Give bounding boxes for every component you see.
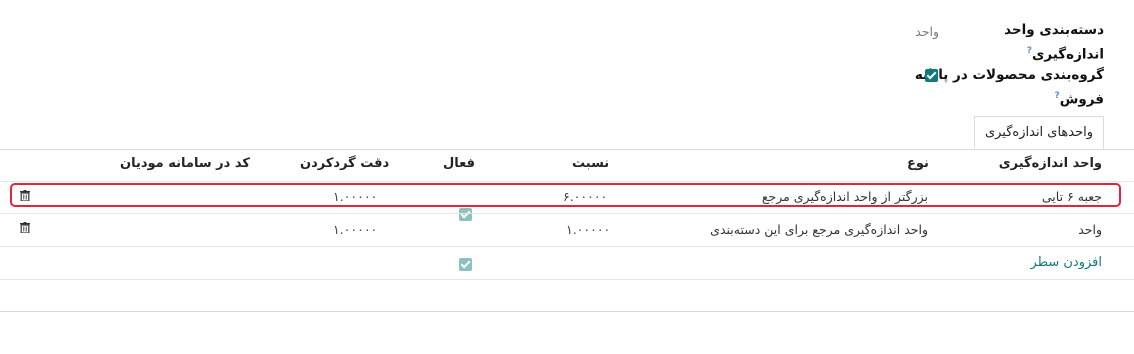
row-divider [0,279,1134,280]
group-pos-checkbox[interactable] [925,69,938,82]
row-divider [0,246,1134,247]
category-label: دسته‌بندی واحد ?اندازه‌گیری [1004,20,1104,66]
table-row[interactable]: واحد واحد اندازه‌گیری مرجع برای این دسته… [0,34,1134,271]
col-header-type[interactable]: نوع [907,156,929,171]
table-bottom-border [0,311,1134,312]
cell-type[interactable]: واحد اندازه‌گیری مرجع برای این دسته‌بندی [710,222,928,237]
col-header-tax-code[interactable]: کد در سامانه مودیان [120,156,250,171]
cell-uom[interactable]: واحد [1078,222,1102,237]
group-pos-label: گروه‌بندی محصولات در پایانه ?فروش [915,65,1104,111]
tab-units-of-measure[interactable]: واحدهای اندازه‌گیری [974,116,1104,149]
row-highlight [10,183,1121,207]
category-label-line2: اندازه‌گیری [1032,46,1104,63]
group-pos-label-line2-wrap: ?فروش [915,86,1105,111]
add-line-link[interactable]: افزودن سطر [1031,255,1102,270]
cell-ratio[interactable]: ۱.۰۰۰۰۰ [566,222,610,237]
col-header-active[interactable]: فعال [443,156,475,171]
cell-active-checkbox[interactable] [459,258,472,271]
category-label-line2-wrap: ?اندازه‌گیری [1004,41,1104,66]
row-divider [0,213,1134,214]
category-label-line1: دسته‌بندی واحد [1004,22,1104,38]
category-value[interactable]: واحد [915,24,939,39]
col-header-rounding[interactable]: دقت گردکردن [300,156,389,171]
col-header-uom[interactable]: واحد اندازه‌گیری [999,156,1102,171]
group-pos-label-line2: فروش [1059,91,1104,108]
tab-divider [0,149,1134,150]
cell-rounding[interactable]: ۱.۰۰۰۰۰ [333,222,377,237]
table-row[interactable]: جعبه ۶ تایی بزرگتر از واحد اندازه‌گیری م… [0,17,1134,221]
header-divider [0,181,1134,182]
trash-icon[interactable] [20,222,30,233]
col-header-ratio[interactable]: نسبت [572,156,609,171]
group-pos-label-line1: گروه‌بندی محصولات در پایانه [914,67,1104,83]
cell-active-checkbox[interactable] [459,208,472,221]
